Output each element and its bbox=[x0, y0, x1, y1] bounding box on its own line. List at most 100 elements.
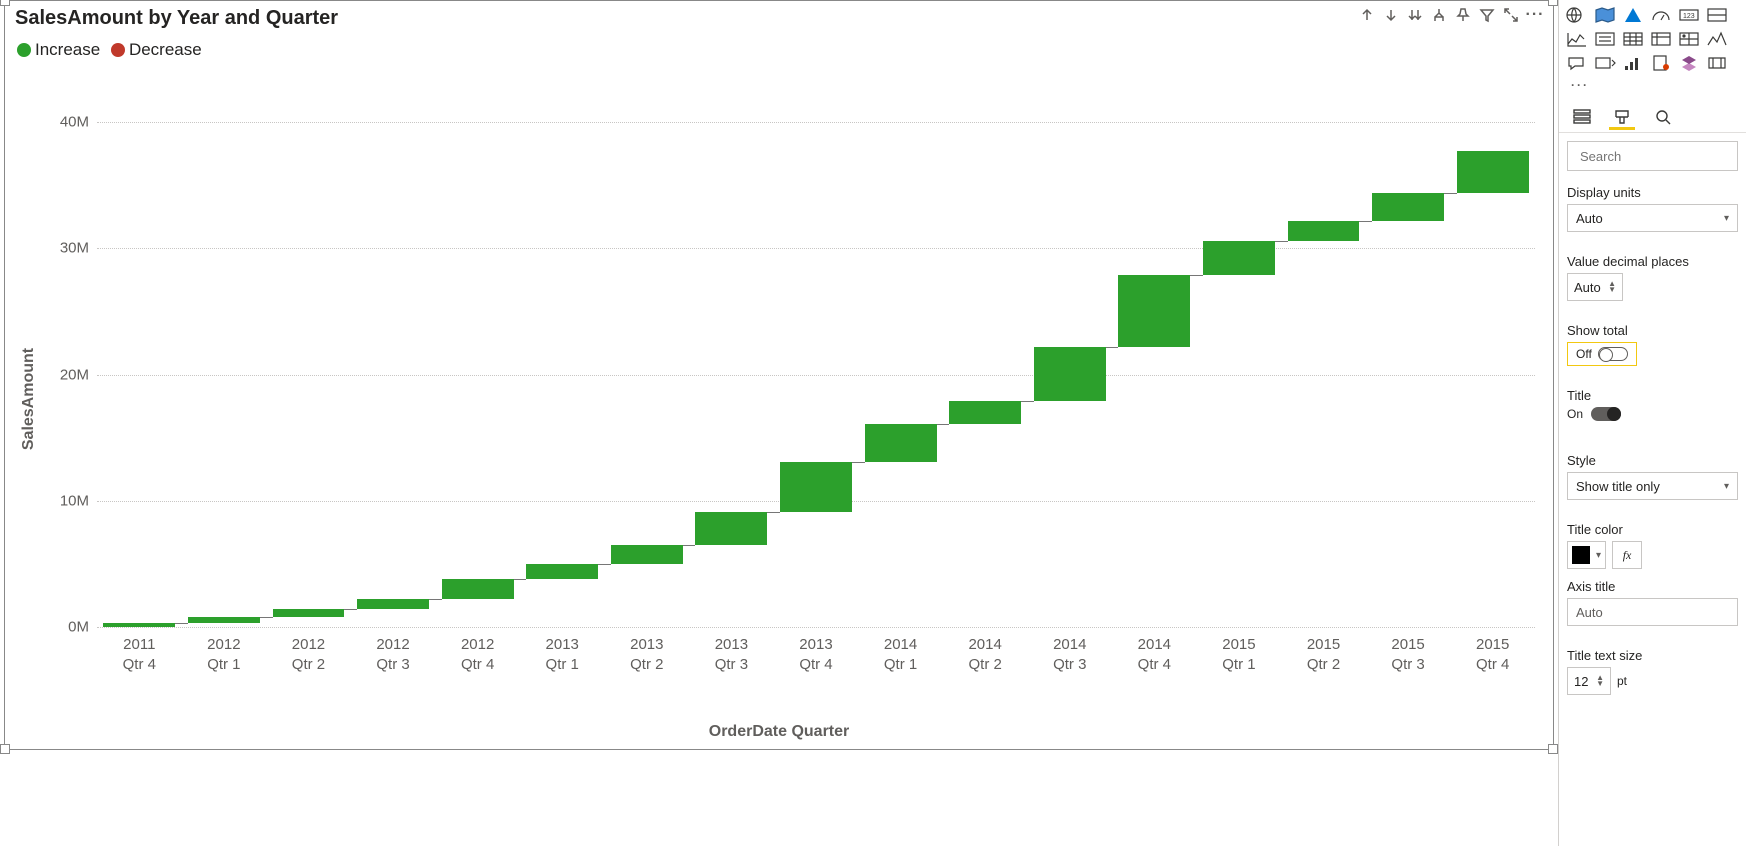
y-tick-label: 10M bbox=[60, 492, 89, 509]
chevron-down-icon: ▾ bbox=[1724, 213, 1729, 224]
viz-table-icon[interactable] bbox=[1619, 28, 1647, 50]
waterfall-bar[interactable] bbox=[695, 512, 767, 545]
viz-card-icon[interactable]: 123 bbox=[1675, 4, 1703, 26]
waterfall-connector bbox=[514, 579, 527, 580]
resize-handle-sw[interactable] bbox=[0, 744, 10, 754]
viz-kpi-icon[interactable] bbox=[1563, 28, 1591, 50]
waterfall-connector bbox=[175, 623, 188, 624]
viz-globe-icon[interactable] bbox=[1563, 4, 1591, 26]
show-total-toggle[interactable] bbox=[1598, 347, 1628, 361]
viz-azure-map-icon[interactable] bbox=[1619, 4, 1647, 26]
waterfall-bar[interactable] bbox=[357, 599, 429, 609]
title-color-picker[interactable]: ▾ bbox=[1567, 541, 1606, 569]
viz-arcgis-icon[interactable] bbox=[1675, 52, 1703, 74]
chevron-down-icon: ▾ bbox=[1596, 550, 1601, 561]
waterfall-bar[interactable] bbox=[1372, 193, 1444, 221]
legend-swatch-increase bbox=[17, 43, 31, 57]
resize-handle-nw[interactable] bbox=[0, 0, 10, 6]
viz-gallery-more[interactable]: ··· bbox=[1563, 76, 1742, 94]
waterfall-bar[interactable] bbox=[273, 609, 345, 617]
title-text-size-label: Title text size bbox=[1567, 648, 1738, 663]
viz-gauge-icon[interactable] bbox=[1647, 4, 1675, 26]
bar-slot bbox=[351, 97, 436, 627]
waterfall-bar[interactable] bbox=[1118, 275, 1190, 347]
waterfall-bar[interactable] bbox=[526, 564, 598, 579]
x-tick-label: 2012Qtr 3 bbox=[351, 635, 436, 674]
fields-tab[interactable] bbox=[1569, 104, 1595, 130]
resize-handle-se[interactable] bbox=[1548, 744, 1558, 754]
waterfall-connector bbox=[852, 462, 865, 463]
waterfall-connector bbox=[1106, 347, 1119, 348]
viz-r-visual-icon[interactable] bbox=[1675, 28, 1703, 50]
format-tab[interactable] bbox=[1609, 104, 1635, 130]
x-tick-label: 2012Qtr 2 bbox=[266, 635, 351, 674]
show-total-state-label: Off bbox=[1576, 347, 1592, 361]
x-tick-label: 2015Qtr 1 bbox=[1197, 635, 1282, 674]
legend-label-increase: Increase bbox=[35, 40, 100, 60]
style-select[interactable]: Show title only ▾ bbox=[1567, 472, 1738, 500]
waterfall-connector bbox=[598, 564, 611, 565]
title-toggle[interactable] bbox=[1591, 407, 1621, 421]
format-search-input[interactable] bbox=[1580, 149, 1746, 164]
plot-canvas: 0M10M20M30M40M2011Qtr 42012Qtr 12012Qtr … bbox=[97, 97, 1535, 627]
legend-item-decrease[interactable]: Decrease bbox=[111, 40, 202, 60]
waterfall-bar[interactable] bbox=[780, 462, 852, 512]
waterfall-bar[interactable] bbox=[1203, 241, 1275, 275]
viz-filled-map-icon[interactable] bbox=[1591, 4, 1619, 26]
bar-slot bbox=[858, 97, 943, 627]
title-text-size-unit: pt bbox=[1617, 674, 1627, 688]
legend-item-increase[interactable]: Increase bbox=[17, 40, 100, 60]
title-color-fx-button[interactable]: fx bbox=[1612, 541, 1642, 569]
waterfall-bar[interactable] bbox=[103, 623, 175, 627]
x-tick-label: 2014Qtr 2 bbox=[943, 635, 1028, 674]
waterfall-connector bbox=[1021, 401, 1034, 402]
value-decimal-stepper[interactable]: Auto ▲▼ bbox=[1567, 273, 1623, 301]
analytics-tab[interactable] bbox=[1649, 104, 1675, 130]
stepper-arrows-icon[interactable]: ▲▼ bbox=[1608, 281, 1616, 293]
style-label: Style bbox=[1567, 453, 1738, 468]
waterfall-bar[interactable] bbox=[865, 424, 937, 462]
viz-multi-card-icon[interactable] bbox=[1703, 4, 1731, 26]
title-text-size-stepper[interactable]: 12 ▲▼ bbox=[1567, 667, 1611, 695]
axis-title-input[interactable]: Auto bbox=[1567, 598, 1738, 626]
waterfall-bar[interactable] bbox=[611, 545, 683, 564]
waterfall-connector bbox=[1444, 193, 1457, 194]
viz-py-visual-icon[interactable] bbox=[1703, 28, 1731, 50]
chart-title: SalesAmount by Year and Quarter bbox=[5, 1, 1553, 32]
waterfall-bar[interactable] bbox=[1034, 347, 1106, 401]
chart-visual[interactable]: SalesAmount by Year and Quarter Increase… bbox=[4, 0, 1554, 750]
drill-down-icon[interactable] bbox=[1381, 5, 1401, 25]
resize-handle-ne[interactable] bbox=[1548, 0, 1558, 6]
drill-up-icon[interactable] bbox=[1357, 5, 1377, 25]
expand-down-icon[interactable] bbox=[1405, 5, 1425, 25]
bar-slot bbox=[943, 97, 1028, 627]
viz-decomp-icon[interactable] bbox=[1591, 52, 1619, 74]
waterfall-bar[interactable] bbox=[442, 579, 514, 599]
x-tick-label: 2015Qtr 4 bbox=[1450, 635, 1535, 674]
focus-mode-icon[interactable] bbox=[1501, 5, 1521, 25]
waterfall-bar[interactable] bbox=[1457, 151, 1529, 193]
visualization-gallery: 123 ··· bbox=[1559, 0, 1746, 94]
x-tick-label: 2013Qtr 3 bbox=[689, 635, 774, 674]
more-options-icon[interactable]: ··· bbox=[1525, 5, 1545, 25]
viz-key-influencers-icon[interactable] bbox=[1619, 52, 1647, 74]
filter-icon[interactable] bbox=[1477, 5, 1497, 25]
bar-slot bbox=[97, 97, 182, 627]
viz-paginated-icon[interactable] bbox=[1647, 52, 1675, 74]
y-axis-title: SalesAmount bbox=[20, 348, 38, 450]
viz-matrix-icon[interactable] bbox=[1647, 28, 1675, 50]
stepper-arrows-icon[interactable]: ▲▼ bbox=[1596, 675, 1604, 687]
visualizations-pane: 123 ··· Display units bbox=[1558, 0, 1746, 846]
viz-slicer-icon[interactable] bbox=[1591, 28, 1619, 50]
waterfall-bar[interactable] bbox=[188, 617, 260, 623]
display-units-select[interactable]: Auto ▾ bbox=[1567, 204, 1738, 232]
display-units-value: Auto bbox=[1576, 211, 1603, 226]
hierarchy-icon[interactable] bbox=[1429, 5, 1449, 25]
pin-icon[interactable] bbox=[1453, 5, 1473, 25]
waterfall-bar[interactable] bbox=[1288, 221, 1360, 241]
format-search-box[interactable] bbox=[1567, 141, 1738, 171]
waterfall-connector bbox=[1359, 221, 1372, 222]
viz-qna-icon[interactable] bbox=[1563, 52, 1591, 74]
waterfall-bar[interactable] bbox=[949, 401, 1021, 424]
viz-powerapps-icon[interactable] bbox=[1703, 52, 1731, 74]
